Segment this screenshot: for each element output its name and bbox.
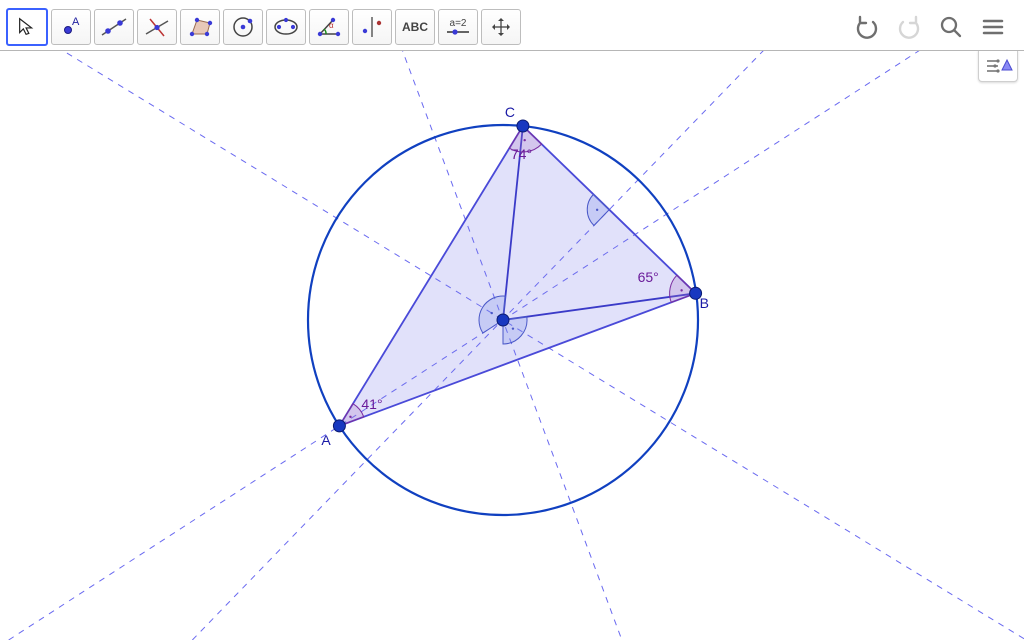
tool-move-graphics[interactable] [481, 9, 521, 45]
graphics-canvas[interactable]: A B C 41° 65° 74° [0, 46, 1024, 640]
redo-button[interactable] [894, 12, 924, 42]
toolbar: A [0, 0, 1024, 51]
tool-reflect[interactable] [352, 9, 392, 45]
header-right [852, 12, 1018, 42]
tool-line[interactable] [94, 9, 134, 45]
tool-angle[interactable]: α [309, 9, 349, 45]
stylebar-toggle[interactable] [978, 50, 1018, 82]
tool-point[interactable]: A [51, 9, 91, 45]
tool-polygon[interactable] [180, 9, 220, 45]
tool-move[interactable] [6, 8, 48, 46]
svg-text:α: α [329, 21, 334, 30]
undo-button[interactable] [852, 12, 882, 42]
menu-button[interactable] [978, 12, 1008, 42]
tool-text-label: ABC [402, 20, 428, 34]
search-button[interactable] [936, 12, 966, 42]
tool-perpendicular[interactable] [137, 9, 177, 45]
svg-text:A: A [72, 16, 80, 28]
geometry-svg [0, 46, 1024, 640]
tool-text[interactable]: ABC [395, 9, 435, 45]
tool-slider-label: a=2 [450, 19, 467, 28]
tool-slider[interactable]: a=2 [438, 9, 478, 45]
tool-conic[interactable] [266, 9, 306, 45]
tool-circle[interactable] [223, 9, 263, 45]
